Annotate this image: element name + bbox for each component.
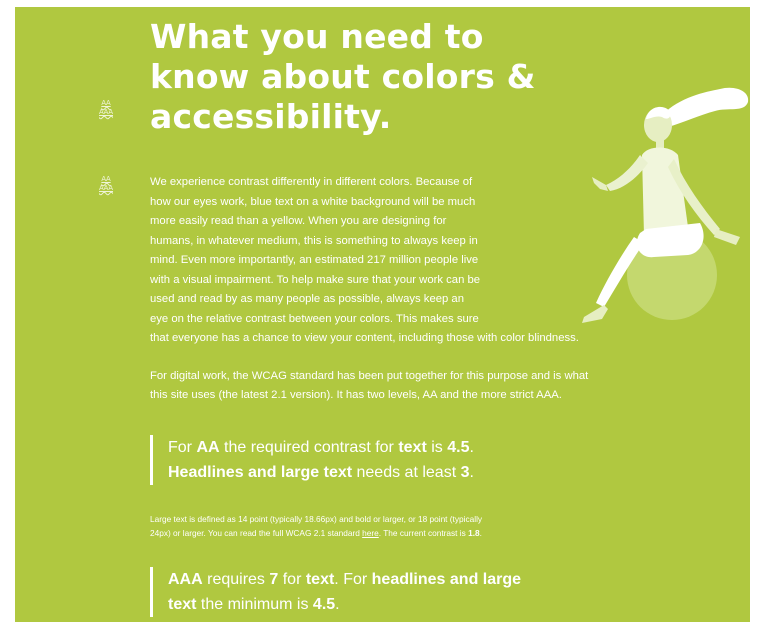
large-text-note: Large text is defined as 14 point (typic… — [150, 512, 570, 540]
callout-text: for — [278, 571, 306, 588]
current-contrast-value: 1.8 — [468, 528, 480, 538]
title-line: accessibility. — [150, 97, 392, 136]
callout-text: is — [426, 439, 448, 456]
paragraph-line: For digital work, the WCAG standard has … — [150, 369, 589, 382]
callout-text: the required contrast for — [219, 439, 399, 456]
callout-text: . — [469, 439, 474, 456]
callout-text: needs at least — [352, 464, 461, 481]
aaa-text-ratio: 7 — [269, 571, 279, 588]
callout-text: the minimum is — [196, 596, 313, 613]
wcag-paragraph: For digital work, the WCAG standard has … — [150, 367, 650, 406]
aaa-requirement-callout: AAA requires 7 for text. For headlines a… — [150, 567, 588, 617]
aaa-marker-label: AAA — [99, 185, 114, 192]
callout-emphasis: AAA — [168, 571, 203, 588]
aa-requirement-callout: For AA the required contrast for text is… — [150, 435, 588, 485]
callout-text: . — [335, 596, 340, 613]
callout-text: requires — [202, 571, 270, 588]
callout-emphasis: headlines and large — [371, 571, 522, 588]
page-title: What you need to know about colors & acc… — [150, 17, 570, 137]
wcag-standard-link[interactable]: here — [362, 528, 379, 538]
callout-emphasis: AA — [196, 439, 220, 456]
hair-shape — [662, 87, 749, 127]
note-text: Large text is defined as 14 point (typic… — [150, 514, 483, 524]
callout-text: . — [469, 464, 474, 481]
callout-emphasis: text — [398, 439, 427, 456]
note-text: 24px) or larger. You can read the full W… — [150, 528, 363, 538]
aa-marker-label: AA — [101, 100, 111, 107]
hero-section: AA AAA AA AAA What you need to know abou… — [15, 7, 750, 622]
aa-text-ratio: 4.5 — [447, 439, 470, 456]
note-text: . The current contrast is — [378, 528, 469, 538]
aaa-large-text-ratio: 4.5 — [312, 596, 336, 613]
title-line: What you need to — [150, 17, 484, 56]
contrast-level-marker: AA AAA — [99, 175, 113, 193]
note-text: . — [479, 528, 482, 538]
aa-marker-label: AA — [101, 176, 111, 183]
person-sitting-on-ball-illustration — [582, 87, 749, 323]
callout-text: . For — [334, 571, 372, 588]
title-line: know about colors & — [150, 57, 536, 96]
paragraph-line: this site uses (the latest 2.1 version).… — [150, 389, 562, 401]
aaa-marker-label: AAA — [99, 109, 114, 116]
contrast-level-marker: AA AAA — [99, 99, 113, 117]
callout-emphasis: text — [168, 596, 197, 613]
callout-emphasis: text — [305, 571, 335, 588]
callout-text: For — [168, 439, 197, 456]
callout-emphasis: Headlines and large text — [168, 464, 353, 481]
